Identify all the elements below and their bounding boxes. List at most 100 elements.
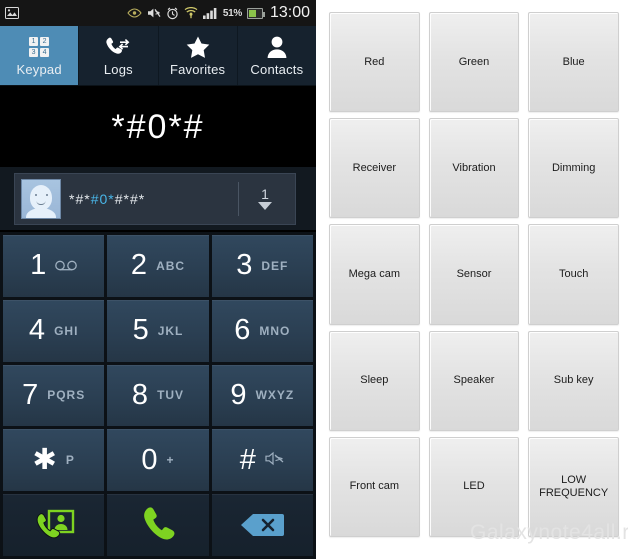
backspace-button[interactable] (211, 494, 313, 556)
suggestion-row[interactable]: *#*#0*#*#* 1 (14, 173, 296, 225)
backspace-icon (239, 512, 285, 538)
test-receiver[interactable]: Receiver (329, 118, 420, 219)
key-9[interactable]: 9 WXYZ (211, 364, 313, 427)
test-speaker-label: Speaker (453, 374, 495, 387)
tab-favorites[interactable]: Favorites (159, 26, 238, 85)
keypad-icon: 1234 (29, 34, 50, 60)
key-6-letters: MNO (259, 323, 291, 338)
test-red[interactable]: Red (329, 12, 420, 113)
avatar (21, 179, 61, 219)
key-4[interactable]: 4 GHI (3, 299, 105, 362)
suggestion-divider (238, 182, 239, 216)
key-1-digit: 1 (30, 249, 47, 282)
test-green[interactable]: Green (428, 12, 520, 113)
test-sleep-label: Sleep (360, 374, 389, 387)
test-low-frequency[interactable]: LOW FREQUENCY (528, 436, 619, 537)
status-bar-left (5, 7, 19, 19)
key-9-digit: 9 (230, 378, 247, 411)
key-6-digit: 6 (234, 314, 251, 347)
key-8[interactable]: 8 TUV (107, 364, 209, 427)
green-phone-icon (138, 505, 178, 545)
key-1[interactable]: 1 (3, 235, 105, 297)
test-led[interactable]: LED (428, 436, 520, 537)
key-2[interactable]: 2 ABC (107, 235, 209, 297)
wifi-icon (184, 7, 198, 19)
key-star[interactable]: ✱ P (3, 429, 105, 492)
key-7[interactable]: 7 PQRS (3, 364, 105, 427)
suggestion-area: *#*#0*#*#* 1 (0, 167, 316, 230)
key-6[interactable]: 6 MNO (211, 299, 313, 362)
test-dimming[interactable]: Dimming (528, 118, 619, 219)
star-icon (185, 34, 211, 60)
key-0[interactable]: 0 + (107, 429, 209, 492)
battery-percent-label: 51% (222, 7, 242, 19)
key-5[interactable]: 5 JKL (107, 299, 209, 362)
call-button[interactable] (107, 494, 209, 556)
key-0-letters: + (166, 453, 175, 468)
test-touch[interactable]: Touch (528, 224, 619, 325)
key-0-digit: 0 (141, 443, 158, 476)
call-log-icon (105, 34, 131, 60)
test-sensor-label: Sensor (456, 267, 492, 280)
test-front-cam[interactable]: Front cam (329, 436, 420, 537)
test-blue-label: Blue (562, 55, 585, 68)
key-8-letters: TUV (157, 388, 185, 403)
signal-bars-icon (202, 7, 218, 19)
dialer-tab-bar: 1234 Keypad Logs Favorites Contacts (0, 26, 316, 86)
test-front-cam-label: Front cam (349, 480, 400, 493)
key-5-digit: 5 (132, 314, 149, 347)
key-8-digit: 8 (131, 378, 149, 411)
tab-keypad-label: Keypad (16, 62, 62, 77)
key-2-digit: 2 (130, 249, 148, 282)
test-dimming-label: Dimming (551, 161, 596, 174)
test-touch-label: Touch (558, 267, 589, 280)
phone-dialer-screen: 51% 13:00 1234 Keypad Logs Favorites Con… (0, 0, 316, 559)
key-hash-digit: # (239, 443, 256, 476)
screenshot-root: 51% 13:00 1234 Keypad Logs Favorites Con… (0, 0, 628, 559)
diagnostic-test-menu: Red Green Blue Receiver Vibration Dimmin… (316, 0, 628, 559)
suggestion-highlight: #0* (90, 191, 115, 207)
key-4-digit: 4 (28, 314, 46, 347)
test-vibration[interactable]: Vibration (428, 118, 520, 219)
add-contact-button[interactable] (3, 494, 105, 556)
key-7-digit: 7 (22, 378, 39, 411)
test-sensor[interactable]: Sensor (428, 224, 520, 325)
status-bar: 51% 13:00 (0, 0, 316, 26)
status-bar-right: 51% 13:00 (127, 4, 310, 22)
test-sub-key[interactable]: Sub key (528, 330, 619, 431)
suggestion-expand-button[interactable]: 1 (245, 174, 285, 224)
key-5-letters: JKL (157, 323, 184, 338)
test-low-frequency-label: LOW FREQUENCY (539, 473, 609, 499)
eye-icon (127, 8, 142, 18)
key-3[interactable]: 3 DEF (211, 235, 313, 297)
dialed-number-text: *#0*# (111, 107, 205, 146)
key-3-letters: DEF (261, 258, 289, 273)
test-blue[interactable]: Blue (528, 12, 619, 113)
mute-icon (265, 451, 285, 469)
test-speaker[interactable]: Speaker (428, 330, 520, 431)
alarm-icon (166, 7, 179, 20)
tab-contacts[interactable]: Contacts (238, 26, 316, 85)
mute-icon (147, 7, 161, 19)
suggestion-text: *#*#0*#*#* (69, 191, 145, 207)
key-4-letters: GHI (54, 323, 79, 338)
dial-pad: 1 2 ABC 3 DEF 4 GHI 5 JKL 6 MNO 7 PQRS 8… (0, 232, 316, 559)
key-3-digit: 3 (236, 249, 253, 282)
screenshot-image-icon (5, 7, 19, 19)
test-mega-cam[interactable]: Mega cam (329, 224, 420, 325)
clock-label: 13:00 (269, 4, 310, 21)
tab-logs[interactable]: Logs (79, 26, 159, 85)
suggestion-prefix: *#* (69, 191, 91, 207)
key-2-letters: ABC (156, 258, 186, 273)
chevron-down-icon (258, 202, 272, 210)
test-sleep[interactable]: Sleep (329, 330, 420, 431)
dialed-number-display[interactable]: *#0*# (0, 87, 316, 167)
key-hash[interactable]: # (211, 429, 313, 492)
key-7-letters: PQRS (47, 388, 86, 403)
voicemail-icon (55, 258, 78, 274)
test-button-grid: Red Green Blue Receiver Vibration Dimmin… (329, 12, 619, 537)
person-icon (266, 34, 288, 60)
phone-with-contact-icon (32, 508, 76, 542)
tab-keypad[interactable]: 1234 Keypad (0, 26, 80, 85)
test-led-label: LED (463, 480, 485, 493)
